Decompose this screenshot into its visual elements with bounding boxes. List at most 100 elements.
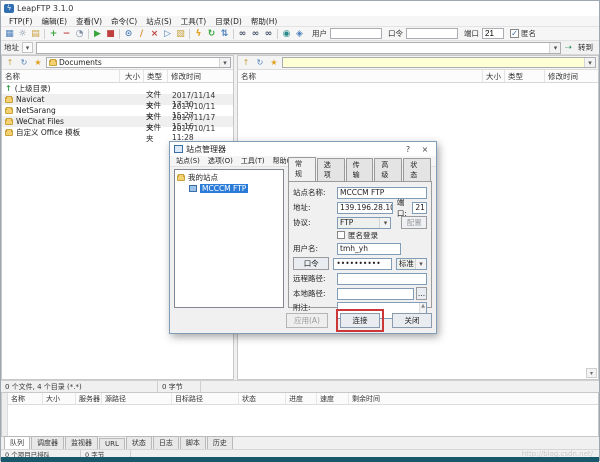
close-icon[interactable]: × bbox=[418, 145, 432, 154]
local-path-combobox[interactable]: Documents ▾ bbox=[46, 57, 231, 68]
menu-command[interactable]: 命令(C) bbox=[107, 16, 141, 27]
refresh-icon[interactable]: ↻ bbox=[18, 57, 30, 68]
password-input[interactable]: •••••••••• bbox=[333, 258, 391, 270]
menu-view[interactable]: 查看(V) bbox=[72, 16, 106, 27]
start-transfer-icon[interactable]: ▶ bbox=[91, 28, 104, 40]
quick-connect-icon[interactable]: ϟ bbox=[192, 28, 205, 40]
make-dir-icon[interactable]: ▧ bbox=[174, 28, 187, 40]
tab-general[interactable]: 常规 bbox=[288, 157, 316, 181]
column-type[interactable]: 类型 bbox=[144, 70, 168, 82]
address-dropdown-icon[interactable]: ▾ bbox=[22, 42, 33, 53]
dialog-menu-site[interactable]: 站点(S) bbox=[173, 156, 203, 166]
favorites-icon[interactable]: ★ bbox=[268, 57, 280, 68]
delete-icon[interactable]: × bbox=[148, 28, 161, 40]
queue-column-source[interactable]: 源路径 bbox=[102, 393, 172, 404]
help-button[interactable]: ? bbox=[401, 145, 415, 154]
tab-scheduler[interactable]: 调度器 bbox=[31, 436, 64, 449]
queue-column-progress[interactable]: 进度 bbox=[286, 393, 317, 404]
apply-button[interactable]: 应用(A) bbox=[286, 313, 328, 328]
menu-ftp[interactable]: FTP(F) bbox=[5, 17, 36, 26]
queue-column-remaining[interactable]: 剩余时间 bbox=[349, 393, 598, 404]
tab-script[interactable]: 脚本 bbox=[180, 436, 206, 449]
queue-column-target[interactable]: 目标路径 bbox=[172, 393, 239, 404]
column-name[interactable]: 名称 bbox=[2, 70, 120, 82]
chevron-down-icon[interactable]: ▾ bbox=[549, 43, 560, 53]
dialog-menu-tools[interactable]: 工具(T) bbox=[238, 156, 268, 166]
tab-log[interactable]: 日志 bbox=[153, 436, 179, 449]
menu-help[interactable]: 帮助(H) bbox=[247, 16, 282, 27]
find-prev-icon[interactable]: ∞ bbox=[262, 28, 275, 40]
address-combobox[interactable]: ▾ bbox=[36, 42, 561, 54]
menu-edit[interactable]: 编辑(E) bbox=[37, 16, 71, 27]
schedule-icon[interactable]: ◔ bbox=[73, 28, 86, 40]
queue-column-name[interactable]: 名称 bbox=[8, 393, 43, 404]
menu-directory[interactable]: 目录(D) bbox=[211, 16, 246, 27]
dialog-menu-options[interactable]: 选项(O) bbox=[205, 156, 236, 166]
tab-status[interactable]: 状态 bbox=[403, 158, 431, 181]
search-icon[interactable]: ⊙ bbox=[122, 28, 135, 40]
queue-column-status[interactable]: 状态 bbox=[239, 393, 286, 404]
address-input[interactable]: 139.196.28.100 bbox=[337, 202, 393, 214]
anonymous-checkbox[interactable]: ✓ bbox=[510, 29, 519, 38]
tab-queue[interactable]: 队列 bbox=[4, 436, 30, 449]
refresh-icon[interactable]: ↻ bbox=[254, 57, 266, 68]
connect-button[interactable]: 连接 bbox=[340, 313, 380, 328]
chevron-down-icon[interactable]: ▾ bbox=[584, 58, 595, 67]
chevron-down-icon[interactable]: ▾ bbox=[415, 259, 426, 269]
chevron-down-icon[interactable]: ▾ bbox=[379, 218, 390, 228]
column-type[interactable]: 类型 bbox=[505, 70, 545, 82]
edit-icon[interactable]: ∕ bbox=[135, 28, 148, 40]
find-next-icon[interactable]: ∞ bbox=[249, 28, 262, 40]
tree-root-mysites[interactable]: 我的站点 bbox=[177, 172, 281, 183]
remote-path-combobox[interactable]: ▾ bbox=[282, 57, 596, 68]
chevron-down-icon[interactable]: ▾ bbox=[219, 58, 230, 67]
menu-tools[interactable]: 工具(T) bbox=[177, 16, 210, 27]
local-path-input[interactable] bbox=[337, 288, 414, 300]
tab-history[interactable]: 历史 bbox=[207, 436, 233, 449]
remote-path-input[interactable] bbox=[337, 273, 427, 285]
tab-advanced[interactable]: 高级 bbox=[374, 158, 402, 181]
stop-transfer-icon[interactable]: ■ bbox=[104, 28, 117, 40]
up-directory-icon[interactable]: ↑ bbox=[240, 57, 252, 68]
tree-site-item[interactable]: MCCCM FTP bbox=[177, 183, 281, 194]
remove-site-icon[interactable]: − bbox=[60, 28, 73, 40]
user-input[interactable] bbox=[330, 28, 382, 39]
dialog-close-button[interactable]: 关闭 bbox=[392, 313, 432, 328]
tab-monitor[interactable]: 监视器 bbox=[65, 436, 98, 449]
options-icon[interactable]: ☼ bbox=[16, 28, 29, 40]
tab-options[interactable]: 选项 bbox=[317, 158, 345, 181]
resume-icon[interactable]: ▷ bbox=[161, 28, 174, 40]
password-button[interactable]: 口令 bbox=[293, 257, 329, 270]
scrollbar-down-icon[interactable]: ▾ bbox=[586, 368, 597, 378]
site-manager-icon[interactable]: ▦ bbox=[3, 28, 16, 40]
column-modified[interactable]: 修改时间 bbox=[545, 70, 598, 82]
password-input[interactable] bbox=[406, 28, 458, 39]
column-size[interactable]: 大小 bbox=[483, 70, 505, 82]
queue-column-server[interactable]: 服务器 bbox=[76, 393, 102, 404]
folder-icon[interactable]: ▤ bbox=[29, 28, 42, 40]
tab-url[interactable]: URL bbox=[99, 438, 125, 449]
configure-button[interactable]: 配置 bbox=[401, 216, 427, 229]
port-input[interactable] bbox=[482, 28, 504, 39]
tab-status[interactable]: 状态 bbox=[126, 436, 152, 449]
file-row[interactable]: 自定义 Office 模板 文件夹 2017/10/11 11:28 bbox=[2, 127, 233, 138]
column-name[interactable]: 名称 bbox=[238, 70, 483, 82]
favorites-icon[interactable]: ★ bbox=[32, 57, 44, 68]
browse-button[interactable]: ... bbox=[416, 287, 427, 300]
find-icon[interactable]: ∞ bbox=[236, 28, 249, 40]
username-input[interactable]: tmh_yh bbox=[337, 243, 401, 255]
menu-site[interactable]: 站点(S) bbox=[142, 16, 176, 27]
go-button[interactable]: 转到 bbox=[575, 42, 596, 53]
password-mode-select[interactable]: 标准 ▾ bbox=[396, 258, 427, 270]
queue-column-size[interactable]: 大小 bbox=[43, 393, 76, 404]
port-input[interactable]: 21 bbox=[412, 202, 427, 214]
site-name-input[interactable]: MCCCM FTP bbox=[337, 187, 427, 199]
transfer-icon[interactable]: ◈ bbox=[293, 28, 306, 40]
column-size[interactable]: 大小 bbox=[120, 70, 144, 82]
refresh-icon[interactable]: ↻ bbox=[205, 28, 218, 40]
tab-transfer[interactable]: 传输 bbox=[346, 158, 374, 181]
column-modified[interactable]: 修改时间 bbox=[168, 70, 233, 82]
anonymous-login-checkbox[interactable] bbox=[337, 231, 345, 239]
up-directory-icon[interactable]: ↑ bbox=[4, 57, 16, 68]
add-site-icon[interactable]: + bbox=[47, 28, 60, 40]
